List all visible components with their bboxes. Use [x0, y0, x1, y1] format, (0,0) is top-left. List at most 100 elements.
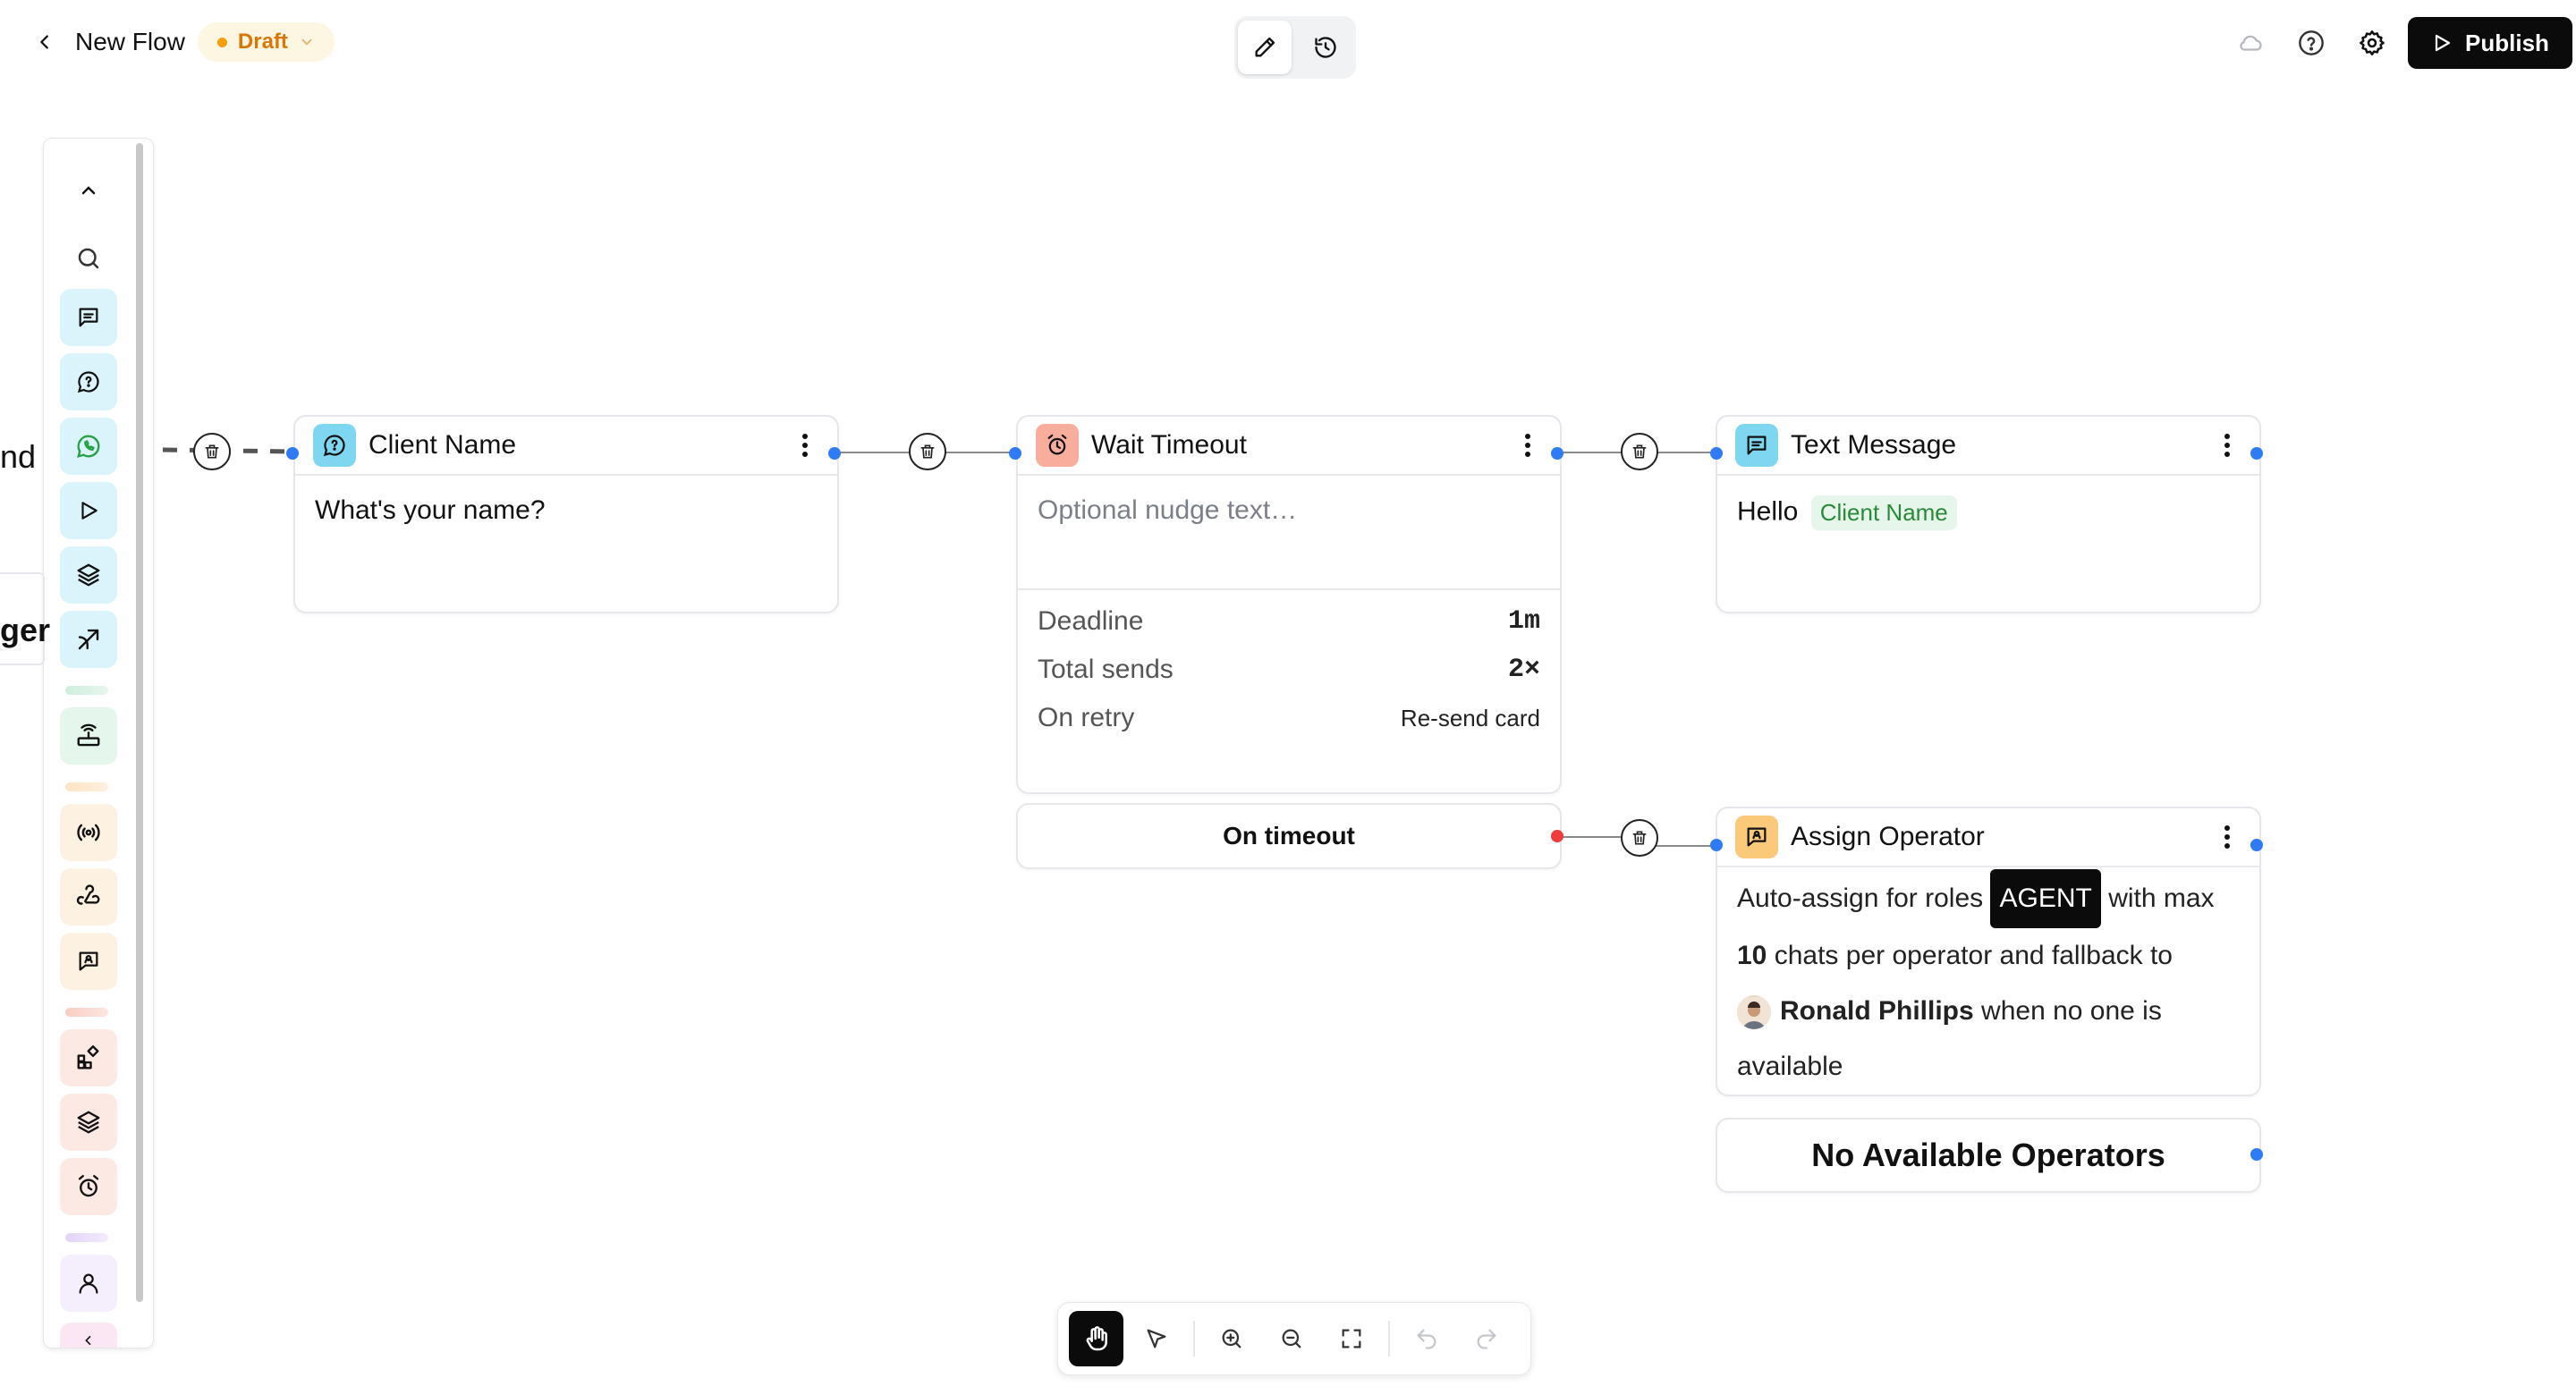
no-operators-branch[interactable]: No Available Operators [1716, 1118, 2261, 1193]
palette-item-user[interactable] [60, 1255, 117, 1312]
node-assign-operator[interactable]: Assign Operator Auto-assign for roles AG… [1716, 807, 2261, 1096]
role-chip[interactable]: AGENT [1990, 869, 2101, 928]
back-button[interactable] [27, 24, 63, 60]
assign-text: with max [2108, 884, 2215, 913]
timeout-output-port[interactable] [1551, 830, 1563, 842]
input-port[interactable] [1009, 447, 1021, 460]
node-wait-timeout[interactable]: Wait Timeout Optional nudge text… Deadli… [1016, 415, 1562, 794]
edit-mode-button[interactable] [1238, 21, 1292, 74]
palette-item-route[interactable] [60, 611, 117, 668]
message-square-icon [1735, 424, 1778, 467]
node-title: Client Name [369, 430, 517, 460]
node-menu-button[interactable] [2213, 426, 2241, 465]
palette-item-router[interactable] [60, 707, 117, 765]
palette-item-whatsapp[interactable] [60, 418, 117, 475]
palette-item-assign-operator[interactable] [60, 933, 117, 990]
play-icon [81, 502, 97, 520]
fallback-operator-name[interactable]: Ronald Phillips [1780, 996, 1974, 1026]
nudge-text-field[interactable]: Optional nudge text… [1018, 476, 1560, 590]
output-port[interactable] [1551, 447, 1563, 460]
on-timeout-branch[interactable]: On timeout [1016, 803, 1562, 869]
input-port[interactable] [1710, 447, 1723, 460]
assign-text: when no one is [1981, 996, 2162, 1026]
node-menu-button[interactable] [1513, 426, 1542, 465]
assign-text: Auto-assign for roles [1737, 884, 1984, 913]
chevron-down-icon [301, 38, 312, 46]
delete-edge-button[interactable] [1621, 819, 1658, 857]
palette-item-start[interactable] [60, 482, 117, 539]
node-menu-button[interactable] [2213, 817, 2241, 857]
delete-edge-button[interactable] [909, 433, 946, 470]
trash-icon [920, 444, 935, 459]
node-title: Wait Timeout [1091, 430, 1247, 460]
fullscreen-icon [1343, 1329, 1361, 1348]
palette-item-widgets[interactable] [60, 1029, 117, 1086]
publish-button[interactable]: Publish [2408, 17, 2572, 69]
palette-separator [65, 1233, 108, 1242]
deadline-value: 1m [1507, 606, 1540, 637]
palette-item-question[interactable] [60, 353, 117, 410]
output-port[interactable] [828, 447, 841, 460]
message-question-icon [77, 371, 99, 393]
select-tool-button[interactable] [1129, 1311, 1183, 1366]
output-port[interactable] [2250, 447, 2263, 460]
pan-tool-button[interactable] [1069, 1311, 1124, 1366]
node-body: Hello Client Name [1717, 476, 2259, 550]
node-client-name[interactable]: Client Name What's your name? [293, 415, 839, 613]
flow-title[interactable]: New Flow [75, 28, 185, 56]
settings-button[interactable] [2347, 18, 2397, 68]
deadline-label: Deadline [1038, 606, 1144, 636]
node-body: What's your name? [315, 495, 546, 525]
assign-text: chats per operator and fallback to [1774, 941, 2173, 970]
palette-item-layers[interactable] [60, 546, 117, 604]
zoom-in-button[interactable] [1204, 1311, 1258, 1366]
alarm-icon [78, 1174, 99, 1197]
node-menu-button[interactable] [791, 426, 819, 465]
palette-item-collection[interactable] [60, 1094, 117, 1151]
offscreen-node-text: nd [0, 438, 37, 475]
router-icon [77, 723, 100, 747]
input-port[interactable] [286, 447, 299, 460]
status-dropdown[interactable]: Draft [197, 22, 335, 62]
topbar-right: Publish [2225, 16, 2576, 70]
palette-item-partial[interactable] [60, 1323, 117, 1348]
delete-edge-button[interactable] [193, 433, 231, 470]
undo-icon [1417, 1329, 1436, 1349]
history-button[interactable] [1299, 21, 1352, 74]
palette-search-button[interactable] [60, 230, 117, 287]
webhook-icon [76, 884, 100, 905]
chevron-left-icon [40, 35, 48, 49]
output-port[interactable] [2250, 839, 2263, 851]
help-button[interactable] [2286, 18, 2336, 68]
no-operators-output-port[interactable] [2250, 1148, 2263, 1161]
palette-item-webhook[interactable] [60, 868, 117, 926]
more-vertical-icon [802, 434, 808, 457]
undo-button[interactable] [1399, 1311, 1453, 1366]
on-retry-label: On retry [1038, 703, 1135, 732]
total-sends-label: Total sends [1038, 655, 1174, 684]
palette-item-broadcast[interactable] [60, 804, 117, 861]
node-text-message[interactable]: Text Message Hello Client Name [1716, 415, 2261, 613]
trash-icon [1632, 444, 1647, 459]
palette-scrollbar[interactable] [136, 143, 143, 1302]
palette-collapse-button[interactable] [60, 162, 117, 219]
palette-item-text-message[interactable] [60, 289, 117, 346]
total-sends-row: Total sends 2× [1038, 646, 1540, 694]
assign-line-2: 10 chats per operator and fallback to [1737, 928, 2240, 984]
more-vertical-icon [1525, 434, 1530, 457]
avatar [1737, 995, 1771, 1030]
fit-view-button[interactable] [1325, 1311, 1379, 1366]
input-port[interactable] [1710, 839, 1723, 851]
cursor-icon [1147, 1329, 1166, 1348]
zoom-in-icon [1222, 1329, 1241, 1348]
gear-icon [2360, 30, 2385, 55]
max-chats-value[interactable]: 10 [1737, 941, 1767, 970]
redo-button[interactable] [1460, 1311, 1514, 1366]
variable-chip[interactable]: Client Name [1810, 495, 1957, 530]
help-circle-icon [2299, 30, 2324, 55]
zoom-out-icon [1282, 1329, 1301, 1348]
zoom-out-button[interactable] [1264, 1311, 1318, 1366]
delete-edge-button[interactable] [1621, 433, 1658, 470]
palette-item-wait-timeout[interactable] [60, 1158, 117, 1215]
cloud-sync-button[interactable] [2225, 18, 2275, 68]
